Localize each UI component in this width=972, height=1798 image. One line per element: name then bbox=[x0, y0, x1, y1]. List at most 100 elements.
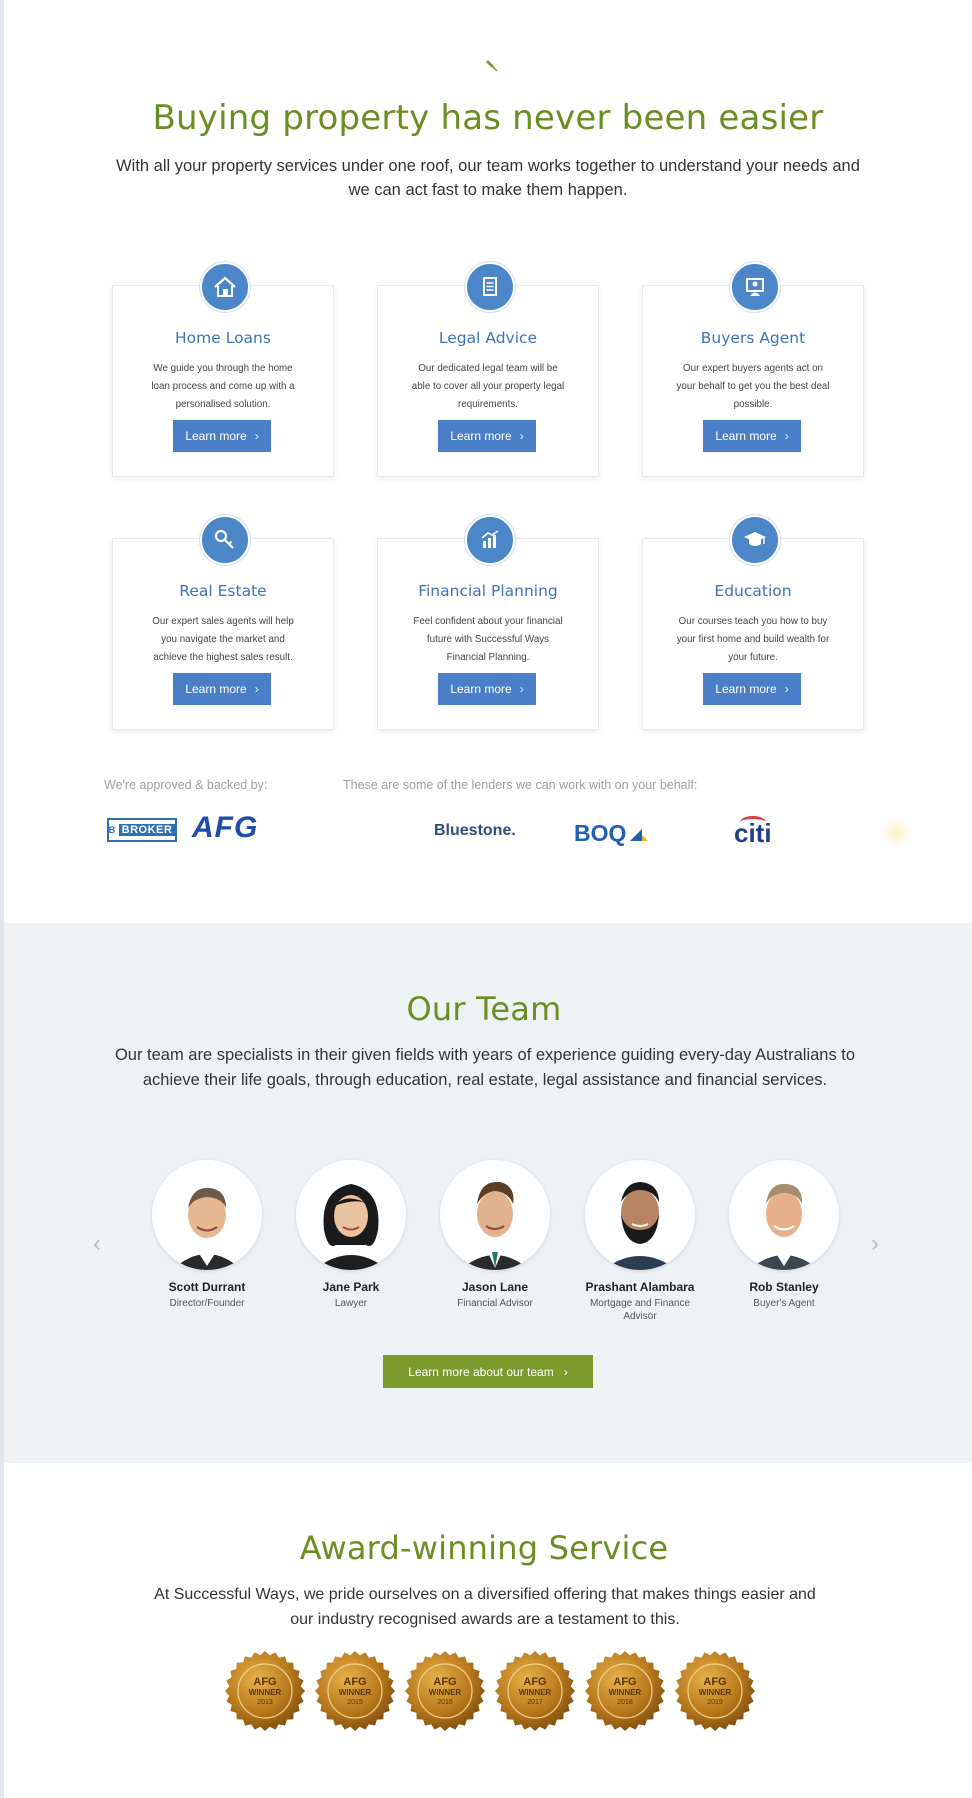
service-desc: We guide you through the home loan proce… bbox=[151, 363, 295, 410]
medal-title: AFG bbox=[523, 1676, 547, 1688]
service-desc: Feel confident about your financial futu… bbox=[413, 616, 563, 663]
carousel-prev-button[interactable]: ‹ bbox=[93, 1230, 101, 1258]
chevron-right-icon: › bbox=[563, 1364, 568, 1379]
lenders-label: These are some of the lenders we can wor… bbox=[343, 778, 698, 792]
member-name: Jane Park bbox=[322, 1280, 380, 1294]
medal-title: AFG bbox=[703, 1676, 727, 1688]
service-title: Buyers Agent bbox=[700, 329, 806, 347]
award-medal: AFG WINNER 2013 bbox=[224, 1650, 306, 1732]
learn-more-button[interactable]: Learn more › bbox=[173, 420, 271, 452]
team-member-card[interactable]: Jane Park Lawyer bbox=[286, 1160, 416, 1310]
medal-year: 2017 bbox=[527, 1699, 543, 1706]
services-section: Buying property has never been easier Wi… bbox=[4, 0, 972, 923]
service-desc: Our courses teach you how to buy your fi… bbox=[676, 616, 830, 663]
medal-year: 2016 bbox=[437, 1699, 453, 1706]
pin-icon bbox=[486, 60, 498, 72]
award-medal: AFG WINNER 2017 bbox=[494, 1650, 576, 1732]
service-title: Legal Advice bbox=[438, 329, 538, 347]
medal-title: AFG bbox=[433, 1676, 457, 1688]
medal-year: 2019 bbox=[707, 1699, 723, 1706]
chevron-right-icon: › bbox=[519, 682, 524, 696]
document-icon bbox=[465, 262, 515, 312]
award-medal: AFG WINNER 2016 bbox=[404, 1650, 486, 1732]
team-lead: Our team are specialists in their given … bbox=[114, 1046, 856, 1089]
member-name: Jason Lane bbox=[461, 1280, 529, 1294]
team-member-card[interactable]: Jason Lane Financial Advisor bbox=[430, 1160, 560, 1310]
agent-icon bbox=[730, 262, 780, 312]
chevron-right-icon: › bbox=[254, 429, 259, 443]
chevron-right-icon: › bbox=[784, 429, 789, 443]
avatar bbox=[585, 1160, 695, 1270]
learn-more-button[interactable]: Learn more › bbox=[703, 673, 801, 705]
bluestone-text: Bluestone. bbox=[434, 822, 516, 839]
button-label: Learn more bbox=[715, 429, 777, 443]
service-desc: Our expert sales agents will help you na… bbox=[152, 616, 294, 663]
broker-logo: B BROKER bbox=[107, 818, 177, 842]
medal-year: 2015 bbox=[347, 1699, 363, 1706]
award-medal: AFG WINNER 2015 bbox=[314, 1650, 396, 1732]
citi-logo: citi bbox=[734, 816, 772, 849]
learn-more-button[interactable]: Learn more › bbox=[438, 420, 536, 452]
service-desc: Our expert buyers agents act on your beh… bbox=[676, 363, 830, 410]
member-name: Rob Stanley bbox=[749, 1280, 819, 1294]
boq-text: BOQ bbox=[574, 820, 627, 846]
member-role: Financial Advisor bbox=[457, 1298, 533, 1309]
team-member-card[interactable]: Rob Stanley Buyer's Agent bbox=[719, 1160, 849, 1310]
service-title: Financial Planning bbox=[418, 582, 558, 600]
service-title: Home Loans bbox=[175, 329, 271, 347]
service-card-financial-planning: Financial Planning Feel confident about … bbox=[377, 515, 599, 730]
service-card-education: Education Our courses teach you how to b… bbox=[642, 515, 864, 730]
member-name: Prashant Alambara bbox=[585, 1280, 695, 1294]
medal-title: AFG bbox=[613, 1676, 637, 1688]
service-card-legal-advice: Legal Advice Our dedicated legal team wi… bbox=[377, 262, 599, 477]
chevron-right-icon: › bbox=[519, 429, 524, 443]
graduation-cap-icon bbox=[730, 515, 780, 565]
member-role: Mortgage and Finance Advisor bbox=[589, 1298, 691, 1322]
learn-more-button[interactable]: Learn more › bbox=[173, 673, 271, 705]
approved-label: We're approved & backed by: bbox=[104, 778, 268, 792]
medal-subtitle: WINNER bbox=[518, 1688, 552, 1697]
carousel-next-button[interactable]: › bbox=[871, 1230, 879, 1258]
medal-subtitle: WINNER bbox=[608, 1688, 642, 1697]
learn-more-button[interactable]: Learn more › bbox=[703, 420, 801, 452]
medal-year: 2013 bbox=[257, 1699, 273, 1706]
member-name: Scott Durrant bbox=[168, 1280, 246, 1294]
team-member-card[interactable]: Scott Durrant Director/Founder bbox=[142, 1160, 272, 1310]
medal-year: 2018 bbox=[617, 1699, 633, 1706]
house-icon bbox=[200, 262, 250, 312]
partner-logo-faded bbox=[879, 818, 913, 848]
team-title: Our Team bbox=[406, 990, 562, 1028]
button-label: Learn more bbox=[450, 429, 512, 443]
service-card-real-estate: Real Estate Our expert sales agents will… bbox=[112, 515, 334, 730]
award-medal: AFG WINNER 2018 bbox=[584, 1650, 666, 1732]
page-title: Buying property has never been easier bbox=[152, 98, 824, 138]
medal-subtitle: WINNER bbox=[698, 1688, 732, 1697]
button-label: Learn more bbox=[715, 682, 777, 696]
learn-more-button[interactable]: Learn more › bbox=[438, 673, 536, 705]
chevron-right-icon: › bbox=[254, 682, 259, 696]
button-label: Learn more bbox=[185, 429, 247, 443]
avatar bbox=[152, 1160, 262, 1270]
service-desc: Our dedicated legal team will be able to… bbox=[411, 363, 565, 410]
award-medal: AFG WINNER 2019 bbox=[674, 1650, 756, 1732]
avatar bbox=[729, 1160, 839, 1270]
afg-logo: AFG bbox=[192, 811, 259, 844]
awards-title: Award-winning Service bbox=[299, 1529, 669, 1567]
medal-subtitle: WINNER bbox=[428, 1688, 462, 1697]
service-title: Education bbox=[714, 582, 792, 600]
boq-sail-icon bbox=[630, 829, 649, 841]
learn-more-team-button[interactable]: Learn more about our team › bbox=[383, 1355, 593, 1388]
boq-logo: BOQ bbox=[574, 820, 650, 847]
service-card-buyers-agent: Buyers Agent Our expert buyers agents ac… bbox=[642, 262, 864, 477]
button-label: Learn more bbox=[450, 682, 512, 696]
chart-icon bbox=[465, 515, 515, 565]
avatar bbox=[440, 1160, 550, 1270]
button-label: Learn more bbox=[185, 682, 247, 696]
service-title: Real Estate bbox=[179, 582, 267, 600]
medal-title: AFG bbox=[253, 1676, 277, 1688]
key-icon bbox=[200, 515, 250, 565]
member-role: Buyer's Agent bbox=[753, 1298, 815, 1309]
chevron-right-icon: › bbox=[784, 682, 789, 696]
button-label: Learn more about our team bbox=[408, 1364, 554, 1379]
team-member-card[interactable]: Prashant Alambara Mortgage and Finance A… bbox=[575, 1160, 705, 1323]
